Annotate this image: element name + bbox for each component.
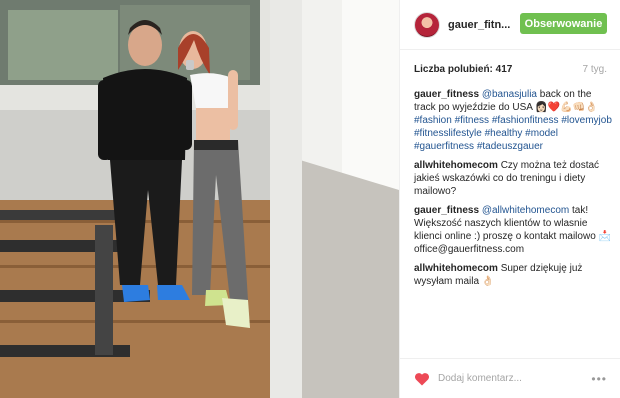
comment-link[interactable]: @banasjulia bbox=[482, 89, 537, 100]
emoji: 👩🏻‍❤️💪🏻👊🏻👌🏻 bbox=[535, 102, 598, 113]
more-options-icon[interactable]: ••• bbox=[591, 372, 607, 386]
author-username[interactable]: gauer_fitn... bbox=[448, 19, 510, 31]
avatar[interactable] bbox=[414, 11, 440, 38]
comment-username[interactable]: gauer_fitness bbox=[414, 205, 479, 216]
comment: allwhitehomecom Czy można też dostać jak… bbox=[414, 159, 612, 198]
emoji: 👌🏻 bbox=[481, 276, 495, 287]
post-photo[interactable] bbox=[0, 0, 399, 398]
likes-count[interactable]: Liczba polubień: 417 bbox=[414, 64, 512, 75]
comment: gauer_fitness @banasjulia back on the tr… bbox=[414, 88, 612, 153]
add-comment-input[interactable]: Dodaj komentarz... bbox=[438, 373, 522, 384]
post-sidebar: gauer_fitn... Obserwowanie Liczba polubi… bbox=[399, 0, 620, 398]
emoji: 📩 bbox=[598, 231, 611, 242]
comment-username[interactable]: gauer_fitness bbox=[414, 89, 479, 100]
comment-link[interactable]: @allwhitehomecom bbox=[482, 205, 569, 216]
likes-row: Liczba polubień: 417 7 tyg. bbox=[414, 64, 607, 75]
post-time[interactable]: 7 tyg. bbox=[583, 64, 607, 75]
comment: allwhitehomecom Super dziękuję już wysył… bbox=[414, 262, 612, 288]
instagram-post: gauer_fitn... Obserwowanie Liczba polubi… bbox=[0, 0, 620, 398]
comment-text: office@gauerfitness.com bbox=[414, 244, 525, 255]
comments-list: gauer_fitness @banasjulia back on the tr… bbox=[414, 88, 612, 294]
post-header: gauer_fitn... Obserwowanie bbox=[400, 0, 620, 50]
comment-username[interactable]: allwhitehomecom bbox=[414, 263, 498, 274]
gym-selfie-image bbox=[0, 0, 399, 398]
comment-link[interactable]: #fashion #fitness #fashionfitness #lovem… bbox=[414, 115, 612, 152]
post-footer: Dodaj komentarz... ••• bbox=[400, 358, 620, 398]
heart-icon[interactable] bbox=[414, 372, 430, 386]
follow-button[interactable]: Obserwowanie bbox=[520, 13, 607, 34]
comment-username[interactable]: allwhitehomecom bbox=[414, 160, 498, 171]
comment: gauer_fitness @allwhitehomecom tak! Więk… bbox=[414, 204, 612, 256]
